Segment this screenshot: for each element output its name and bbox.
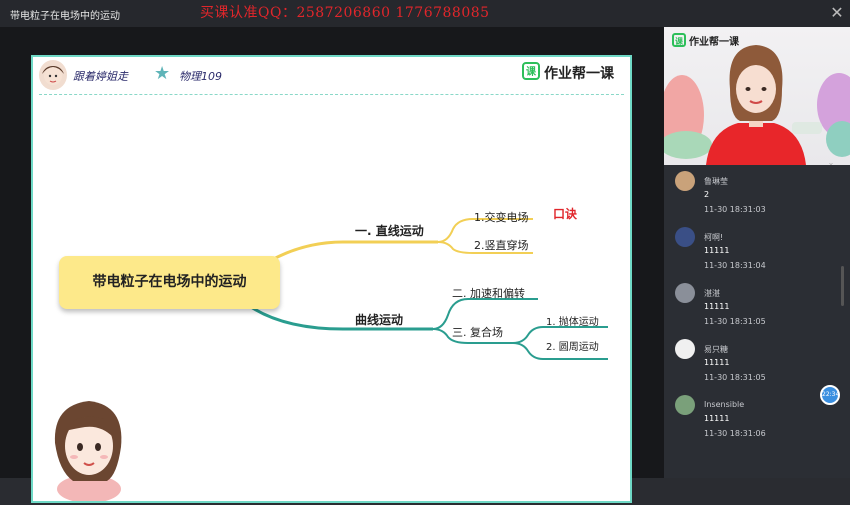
branch-straight-2: 2.竖直穿场: [474, 239, 529, 252]
chat-new-message-badge[interactable]: 22:34: [820, 385, 840, 405]
chat-time: 11-30 18:31:04: [704, 261, 766, 270]
chat-time: 11-30 18:31:05: [704, 373, 766, 382]
close-icon[interactable]: ✕: [829, 5, 845, 21]
branch-curve-2-1: 1. 抛体运动: [546, 317, 599, 328]
title-bar: 带电粒子在电场中的运动 买课认准QQ：2587206860 1776788085…: [0, 0, 850, 27]
slide-canvas: 跟着婷姐走 ★ 物理109 课 作业帮一课 带电粒子在电场中的运动 一. 直线运…: [31, 55, 632, 503]
avatar: [675, 283, 695, 303]
side-panel: 课 作业帮一课 ⌄ 鲁琳莹 2 11-30 18:31:03 柯啊! 11111…: [664, 27, 850, 478]
central-topic: 带电粒子在电场中的运动: [59, 256, 280, 309]
teacher-video: 课 作业帮一课: [664, 27, 850, 165]
annotation-text: 口诀: [553, 207, 578, 221]
chat-text: 2: [704, 190, 710, 199]
chat-text: 11111: [704, 414, 730, 423]
chat-nickname: 柯啊!: [704, 233, 724, 242]
branch-curve: 曲线运动: [355, 313, 404, 327]
chat-message: 柯啊! 11111 11-30 18:31:04: [664, 221, 850, 277]
branch-curve-2: 三. 复合场: [452, 326, 503, 339]
video-logo-text: 作业帮一课: [689, 37, 739, 48]
chat-text: 11111: [704, 246, 730, 255]
branch-curve-1: 二. 加速和偏转: [452, 287, 525, 300]
chat-message: 易只糖 11111 11-30 18:31:05: [664, 333, 850, 389]
video-logo-icon: 课: [672, 33, 686, 47]
chat-message: 鲁琳莹 2 11-30 18:31:03: [664, 165, 850, 221]
window-title: 带电粒子在电场中的运动: [10, 11, 120, 22]
avatar: [675, 339, 695, 359]
chat-text: 11111: [704, 358, 730, 367]
chat-nickname: Insensible: [704, 400, 745, 409]
chat-time: 11-30 18:31:05: [704, 317, 766, 326]
branch-straight: 一. 直线运动: [355, 224, 424, 238]
teacher-illustration: [45, 391, 131, 503]
chat-nickname: 易只糖: [704, 345, 728, 354]
chat-list[interactable]: 鲁琳莹 2 11-30 18:31:03 柯啊! 11111 11-30 18:…: [664, 165, 850, 478]
chat-time: 11-30 18:31:03: [704, 205, 766, 214]
chat-nickname: 湛湛: [704, 289, 720, 298]
chat-time: 11-30 18:31:06: [704, 429, 766, 438]
branch-curve-2-2: 2. 圆周运动: [546, 342, 599, 353]
chat-message: 湛湛 11111 11-30 18:31:05: [664, 277, 850, 333]
branch-straight-1: 1.交变电场: [474, 211, 529, 224]
chat-text: 11111: [704, 302, 730, 311]
chat-nickname: 鲁琳莹: [704, 177, 728, 186]
avatar: [675, 227, 695, 247]
slide-area: 跟着婷姐走 ★ 物理109 课 作业帮一课 带电粒子在电场中的运动 一. 直线运…: [0, 27, 664, 503]
scrollbar[interactable]: [841, 266, 844, 306]
avatar: [675, 171, 695, 191]
avatar: [675, 395, 695, 415]
watermark-text: 买课认准QQ：2587206860 1776788085: [200, 5, 490, 21]
